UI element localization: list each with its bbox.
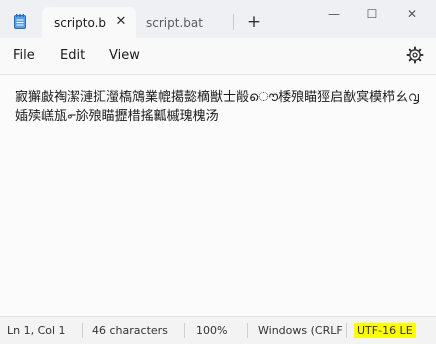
title-bar: scripto.b ✕ script.bat + — ☐ ✕ [0,0,436,38]
close-window-button[interactable]: ✕ [398,4,426,24]
menu-view[interactable]: View [109,48,140,63]
status-divider [247,323,248,338]
tab-scripto-b[interactable]: scripto.b ✕ [42,7,136,38]
menu-file[interactable]: File [13,48,35,63]
notepad-window: scripto.b ✕ script.bat + — ☐ ✕ File Edit… [0,0,436,344]
tab-divider [233,14,234,30]
menu-edit[interactable]: Edit [60,48,85,63]
status-divider [82,323,83,338]
gear-icon[interactable] [406,46,424,64]
status-divider [184,323,185,338]
status-bar: Ln 1, Col 1 46 characters 100% Windows (… [0,316,436,344]
tab-label: script.bat [146,16,203,30]
encoding-badge[interactable]: UTF-16 LE [354,323,416,338]
minimize-button[interactable]: — [320,4,348,24]
menu-bar: File Edit View [0,38,436,74]
text-editor[interactable]: 㝮獬㪥祹潔漣㧟㶈槗鴧業㡙擖㦤樀獣士㲂ൌ㮃㱢瞄㹵启㷕㝠模栉ㄠ൮㛼㱩㟱瓬൳㫆㱢瞄攊棤… [0,74,436,316]
tab-label: scripto.b [54,16,107,30]
line-ending[interactable]: Windows (CRLF) [258,324,342,337]
tab-script-bat[interactable]: script.bat [138,7,234,38]
character-count: 46 characters [92,324,168,337]
cursor-position: Ln 1, Col 1 [7,324,66,337]
notepad-app-icon [14,14,26,29]
editor-content[interactable]: 㝮獬㪥祹潔漣㧟㶈槗鴧業㡙擖㦤樀獣士㲂ൌ㮃㱢瞄㹵启㷕㝠模栉ㄠ൮㛼㱩㟱瓬൳㫆㱢瞄攊棤… [15,88,425,126]
new-tab-button[interactable]: + [244,12,264,32]
zoom-level[interactable]: 100% [196,324,227,337]
maximize-button[interactable]: ☐ [358,4,386,24]
status-divider [346,323,347,338]
close-tab-icon[interactable]: ✕ [112,13,130,31]
